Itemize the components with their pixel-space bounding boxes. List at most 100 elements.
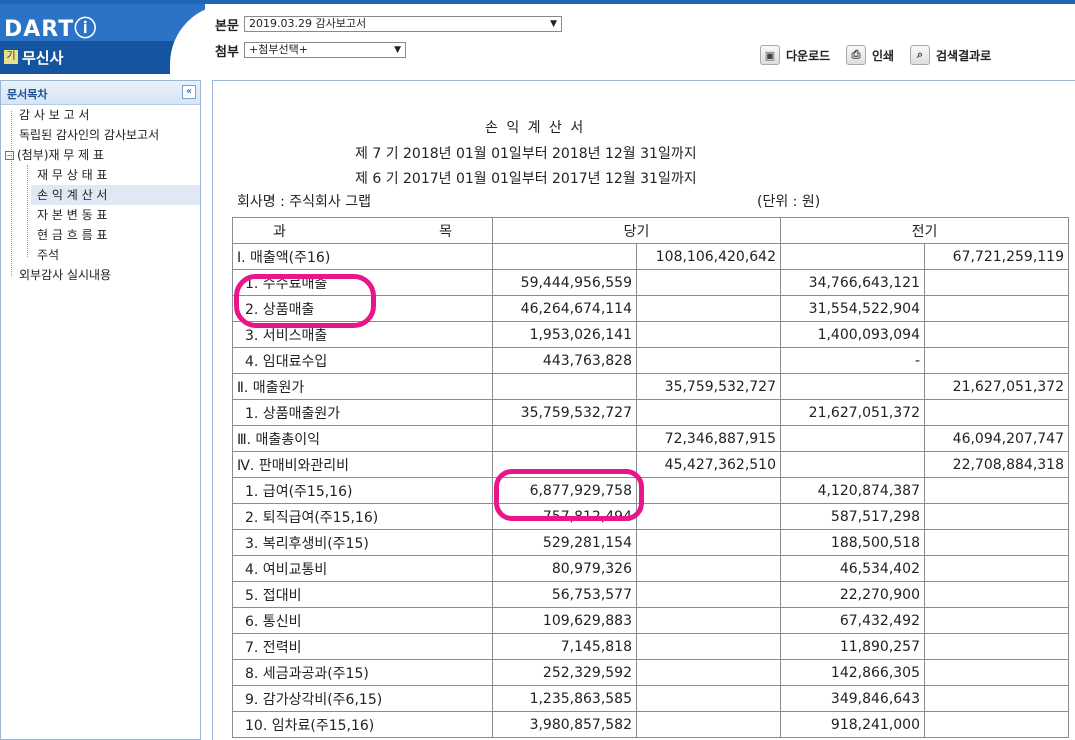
prior-detail-cell: 349,846,643 xyxy=(780,685,925,712)
table-row: 3. 복리후생비(주15) 529,281,154 188,500,518 xyxy=(232,529,1069,556)
attach-select-value: +첨부선택+ xyxy=(249,43,308,56)
search-results-button[interactable]: ⌕ 검색결과로 xyxy=(910,44,991,66)
prior-total-cell xyxy=(924,685,1069,712)
prior-total-cell xyxy=(924,607,1069,634)
account-cell: 5. 접대비 xyxy=(232,581,493,608)
top-header: DARTⓘ 기 무신사 본문 2019.03.29 감사보고서 ▼ 첨부 +첨부… xyxy=(0,0,1075,74)
account-cell: 1. 수수료매출 xyxy=(232,269,493,296)
prior-detail-cell xyxy=(780,451,925,478)
prior-total-cell xyxy=(924,295,1069,322)
prior-detail-cell: 587,517,298 xyxy=(780,503,925,530)
period-current: 제 7 기 2018년 01월 01일부터 2018년 12월 31일까지 xyxy=(355,146,697,162)
prior-detail-cell: 1,400,093,094 xyxy=(780,321,925,348)
toc-item-financial-statements[interactable]: − (첨부)재 무 제 표 xyxy=(5,145,104,165)
prior-detail-cell: 142,866,305 xyxy=(780,659,925,686)
current-detail-cell: 529,281,154 xyxy=(492,529,637,556)
table-row: 5. 접대비 56,753,577 22,270,900 xyxy=(232,581,1069,608)
table-row: 2. 상품매출 46,264,674,114 31,554,522,904 xyxy=(232,295,1069,322)
collapse-icon[interactable]: « xyxy=(182,85,196,99)
header-account: 과목 xyxy=(232,217,493,244)
search-results-label: 검색결과로 xyxy=(936,48,992,63)
account-cell: Ⅲ. 매출총이익 xyxy=(232,425,493,452)
dart-logo[interactable]: DARTⓘ xyxy=(4,11,97,42)
current-detail-cell: 56,753,577 xyxy=(492,581,637,608)
prior-total-cell xyxy=(924,659,1069,686)
current-detail-cell: 3,980,857,582 xyxy=(492,711,637,738)
account-cell: 1. 상품매출원가 xyxy=(232,399,493,426)
toc-item-independent-auditor[interactable]: 독립된 감사인의 감사보고서 xyxy=(19,125,159,145)
current-detail-cell: 109,629,883 xyxy=(492,607,637,634)
current-total-cell xyxy=(636,633,781,660)
printer-icon: ⎙ xyxy=(846,45,866,65)
account-cell: 4. 임대료수입 xyxy=(232,347,493,374)
header-current: 당기 xyxy=(492,217,781,244)
download-label: 다운로드 xyxy=(786,48,831,63)
toc-item-notes[interactable]: 주석 xyxy=(37,245,59,265)
prior-detail-cell: 31,554,522,904 xyxy=(780,295,925,322)
prior-total-cell: 22,708,884,318 xyxy=(924,451,1069,478)
current-total-cell xyxy=(636,607,781,634)
toc-item-financial-statements-label: (첨부)재 무 제 표 xyxy=(17,148,105,162)
prior-detail-cell: 34,766,643,121 xyxy=(780,269,925,296)
account-cell: 8. 세금과공과(주15) xyxy=(232,659,493,686)
prior-detail-cell: 11,890,257 xyxy=(780,633,925,660)
toc-item-audit-report[interactable]: 감 사 보 고 서 xyxy=(19,105,89,125)
current-total-cell: 108,106,420,642 xyxy=(636,243,781,270)
current-detail-cell: 6,877,929,758 xyxy=(492,477,637,504)
table-row: Ⅱ. 매출원가 35,759,532,727 21,627,051,372 xyxy=(232,373,1069,400)
toc-item-balance-sheet[interactable]: 재 무 상 태 표 xyxy=(37,165,107,185)
current-total-cell xyxy=(636,399,781,426)
table-row: 8. 세금과공과(주15) 252,329,592 142,866,305 xyxy=(232,659,1069,686)
prior-total-cell xyxy=(924,529,1069,556)
table-row: 6. 통신비 109,629,883 67,432,492 xyxy=(232,607,1069,634)
prior-detail-cell: 67,432,492 xyxy=(780,607,925,634)
print-button[interactable]: ⎙ 인쇄 xyxy=(846,44,894,66)
prior-detail-cell: 21,627,051,372 xyxy=(780,399,925,426)
toc-item-external-audit[interactable]: 외부감사 실시내용 xyxy=(19,265,111,285)
table-row: 3. 서비스매출 1,953,026,141 1,400,093,094 xyxy=(232,321,1069,348)
prior-detail-cell xyxy=(780,243,925,270)
header-prior: 전기 xyxy=(780,217,1069,244)
table-row: Ⅲ. 매출총이익 72,346,887,915 46,094,207,747 xyxy=(232,425,1069,452)
table-row: 1. 급여(주15,16) 6,877,929,758 4,120,874,387 xyxy=(232,477,1069,504)
current-total-cell: 45,427,362,510 xyxy=(636,451,781,478)
attach-select[interactable]: +첨부선택+ ▼ xyxy=(244,42,406,58)
tree-collapse-icon[interactable]: − xyxy=(5,151,14,160)
prior-detail-cell: 188,500,518 xyxy=(780,529,925,556)
toc-title: 문서목차 xyxy=(7,88,48,101)
current-total-cell xyxy=(636,477,781,504)
prior-total-cell xyxy=(924,269,1069,296)
magnifier-icon: ⌕ xyxy=(910,45,930,65)
attach-label: 첨부 xyxy=(215,45,239,60)
main-doc-select[interactable]: 2019.03.29 감사보고서 ▼ xyxy=(244,16,562,32)
prior-total-cell xyxy=(924,711,1069,738)
prior-total-cell xyxy=(924,321,1069,348)
current-total-cell xyxy=(636,321,781,348)
unit-label: (단위 : 원) xyxy=(757,194,821,210)
table-row: 2. 퇴직급여(주15,16) 757,812,494 587,517,298 xyxy=(232,503,1069,530)
toc-item-income-statement[interactable]: 손 익 계 산 서 xyxy=(31,185,200,205)
current-detail-cell: 46,264,674,114 xyxy=(492,295,637,322)
prior-total-cell xyxy=(924,477,1069,504)
prior-total-cell: 21,627,051,372 xyxy=(924,373,1069,400)
company-name: 무신사 xyxy=(22,49,64,67)
tree-guide-line xyxy=(11,111,12,276)
current-total-cell: 35,759,532,727 xyxy=(636,373,781,400)
download-button[interactable]: ▣ 다운로드 xyxy=(760,44,830,66)
prior-detail-cell: 22,270,900 xyxy=(780,581,925,608)
account-cell: 2. 퇴직급여(주15,16) xyxy=(232,503,493,530)
table-row: 9. 감가상각비(주6,15) 1,235,863,585 349,846,643 xyxy=(232,685,1069,712)
tree-guide-line xyxy=(27,165,28,257)
prior-detail-cell xyxy=(780,373,925,400)
current-total-cell xyxy=(636,555,781,582)
prior-total-cell xyxy=(924,503,1069,530)
income-statement-table: 과목 당기 전기 Ⅰ. 매출액(주16) 108,106,420,642 67,72… xyxy=(232,217,1069,738)
dropdown-arrow-icon: ▼ xyxy=(550,19,557,29)
toc-item-cash-flow[interactable]: 현 금 흐 름 표 xyxy=(37,225,107,245)
header-account-part: 과 xyxy=(273,223,286,240)
current-total-cell xyxy=(636,711,781,738)
toc-item-equity-changes[interactable]: 자 본 변 동 표 xyxy=(37,205,107,225)
prior-total-cell xyxy=(924,399,1069,426)
account-cell: 7. 전력비 xyxy=(232,633,493,660)
current-total-cell xyxy=(636,581,781,608)
